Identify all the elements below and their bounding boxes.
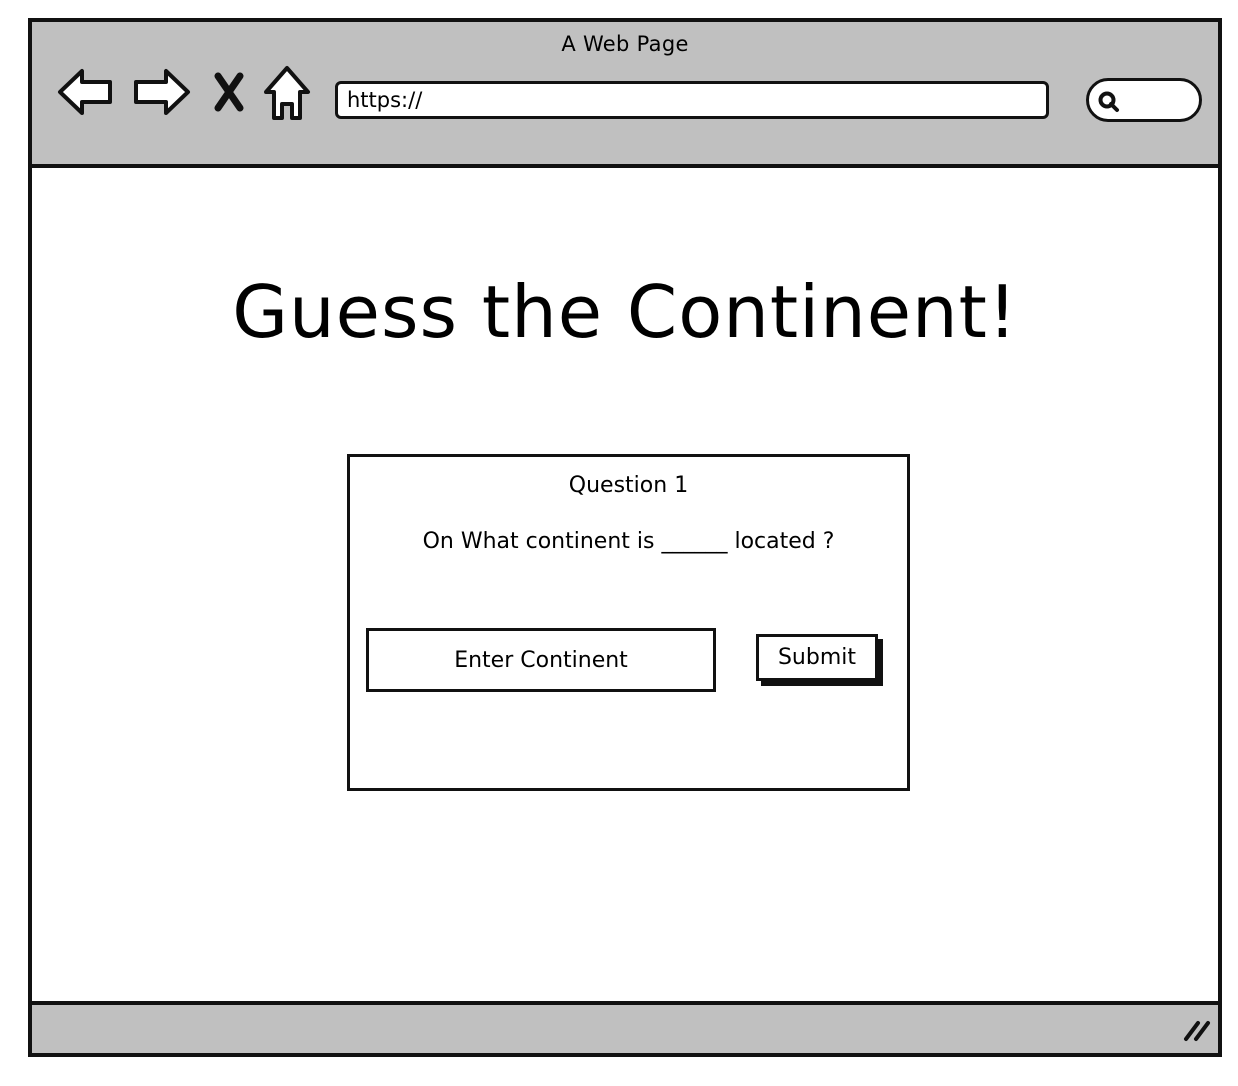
status-bar xyxy=(32,1001,1218,1053)
search-icon xyxy=(1098,91,1119,112)
window-title: A Web Page xyxy=(561,32,689,56)
continent-input[interactable] xyxy=(366,628,716,692)
submit-button[interactable]: Submit xyxy=(756,634,878,681)
question-text: On What continent is ______ located ? xyxy=(422,529,835,554)
search-box[interactable] xyxy=(1086,78,1202,122)
question-label: Question 1 xyxy=(568,473,689,498)
page-title: Guess the Continent! xyxy=(232,270,1018,354)
question-card: Question 1 On What continent is ______ l… xyxy=(347,454,910,791)
back-arrow-icon[interactable] xyxy=(56,66,116,122)
close-icon[interactable] xyxy=(212,72,246,116)
url-bar[interactable]: https:// xyxy=(335,81,1049,119)
home-icon[interactable] xyxy=(262,64,312,126)
browser-toolbar: A Web Page https:// xyxy=(32,22,1218,168)
browser-window: A Web Page https:// Guess the Continent!… xyxy=(28,18,1222,1057)
resize-grip-icon[interactable] xyxy=(1182,1017,1212,1047)
forward-arrow-icon[interactable] xyxy=(132,66,192,122)
